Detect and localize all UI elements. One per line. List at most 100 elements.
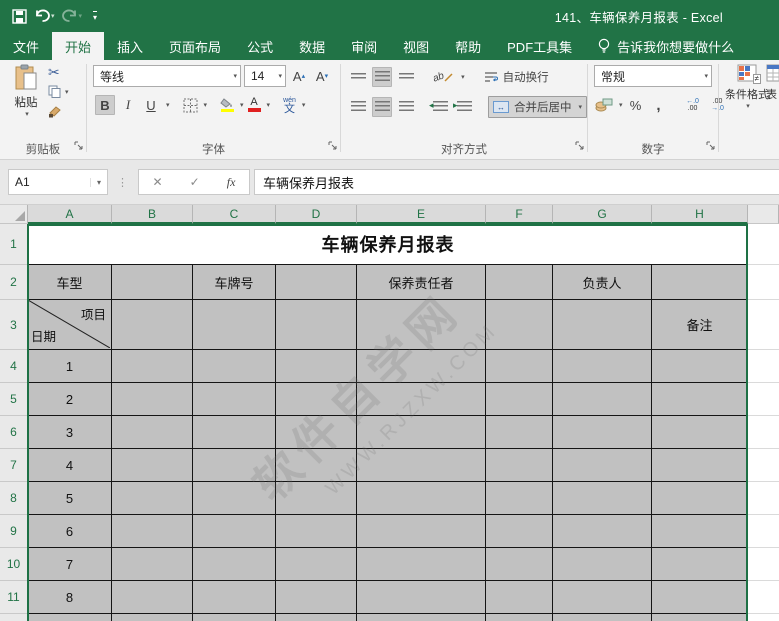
cut-icon[interactable]: ✂ <box>48 65 69 79</box>
decrease-indent-icon[interactable]: ◂ <box>429 97 450 117</box>
cell-outside[interactable] <box>748 614 779 621</box>
cell-a12[interactable] <box>28 614 112 621</box>
row-header-partial[interactable] <box>0 614 28 621</box>
tab-view[interactable]: 视图 <box>390 32 442 60</box>
tab-insert[interactable]: 插入 <box>104 32 156 60</box>
cell-h9[interactable] <box>652 515 748 548</box>
increase-decimal-icon[interactable]: ←.0.00 <box>682 96 704 114</box>
conditional-formatting-button[interactable]: ≠ 条件格式 ▾ <box>722 64 772 110</box>
cell-d3[interactable] <box>276 300 357 350</box>
cell-e11[interactable] <box>357 581 486 614</box>
cell-b12[interactable] <box>112 614 193 621</box>
cell-a8[interactable]: 5 <box>28 482 112 515</box>
row-header-9[interactable]: 9 <box>0 515 28 548</box>
cell-d7[interactable] <box>276 449 357 482</box>
cancel-icon[interactable]: ✕ <box>153 175 163 189</box>
column-header-f[interactable]: F <box>486 205 553 224</box>
cell-c6[interactable] <box>193 416 276 449</box>
cell-g12[interactable] <box>553 614 652 621</box>
cell-b9[interactable] <box>112 515 193 548</box>
cell-b8[interactable] <box>112 482 193 515</box>
tab-pdf-tools[interactable]: PDF工具集 <box>494 32 585 60</box>
merge-center-button[interactable]: ↔ 合并后居中 ▾ <box>488 96 588 118</box>
cell-outside[interactable] <box>748 300 779 350</box>
row-header-8[interactable]: 8 <box>0 482 28 515</box>
cell-a3-diagonal[interactable]: 项目 日期 <box>28 300 112 350</box>
cell-c10[interactable] <box>193 548 276 581</box>
cell-h8[interactable] <box>652 482 748 515</box>
cell-c7[interactable] <box>193 449 276 482</box>
cell-c4[interactable] <box>193 350 276 383</box>
select-all-corner[interactable] <box>0 205 28 224</box>
cell-f2[interactable] <box>486 265 553 300</box>
cell-c3[interactable] <box>193 300 276 350</box>
paste-button[interactable]: 粘贴 ▾ <box>8 64 44 130</box>
cell-e8[interactable] <box>357 482 486 515</box>
number-format-combo[interactable]: 常规 ▾ <box>594 65 712 87</box>
merge-center-dropdown[interactable]: ▾ <box>579 103 583 111</box>
name-box[interactable]: A1 ▾ <box>8 169 108 195</box>
tab-help[interactable]: 帮助 <box>442 32 494 60</box>
cell-h10[interactable] <box>652 548 748 581</box>
cell-f6[interactable] <box>486 416 553 449</box>
cell-a2[interactable]: 车型 <box>28 265 112 300</box>
cell-c8[interactable] <box>193 482 276 515</box>
cell-g6[interactable] <box>553 416 652 449</box>
cell-d11[interactable] <box>276 581 357 614</box>
redo-icon[interactable]: ▾ <box>61 9 82 23</box>
increase-font-icon[interactable]: A <box>289 66 309 86</box>
column-header-d[interactable]: D <box>276 205 357 224</box>
borders-dropdown[interactable]: ▾ <box>204 101 208 109</box>
row-header-1[interactable]: 1 <box>0 224 28 265</box>
tab-formulas[interactable]: 公式 <box>234 32 286 60</box>
cell-h11[interactable] <box>652 581 748 614</box>
cell-e9[interactable] <box>357 515 486 548</box>
tab-data[interactable]: 数据 <box>286 32 338 60</box>
cell-a10[interactable]: 7 <box>28 548 112 581</box>
cell-a6[interactable]: 3 <box>28 416 112 449</box>
cell-d8[interactable] <box>276 482 357 515</box>
cell-g2[interactable]: 负责人 <box>553 265 652 300</box>
fill-color-icon[interactable] <box>219 97 235 114</box>
row-header-5[interactable]: 5 <box>0 383 28 416</box>
cell-g9[interactable] <box>553 515 652 548</box>
cell-f10[interactable] <box>486 548 553 581</box>
row-header-4[interactable]: 4 <box>0 350 28 383</box>
cell-f7[interactable] <box>486 449 553 482</box>
percent-style-button[interactable]: % <box>626 95 646 115</box>
cell-outside[interactable] <box>748 449 779 482</box>
cell-h4[interactable] <box>652 350 748 383</box>
font-name-combo[interactable]: 等线 ▾ <box>93 65 241 87</box>
tell-me-box[interactable]: 告诉我你想要做什么 <box>587 32 744 60</box>
number-dialog-launcher[interactable] <box>706 137 715 155</box>
cell-a1-title[interactable]: 车辆保养月报表 <box>28 224 748 265</box>
cell-c11[interactable] <box>193 581 276 614</box>
cell-b7[interactable] <box>112 449 193 482</box>
align-right-icon[interactable] <box>396 97 416 117</box>
cell-outside[interactable] <box>748 265 779 300</box>
copy-button[interactable]: ▾ <box>48 85 69 98</box>
clipboard-dialog-launcher[interactable] <box>74 137 83 155</box>
cell-a5[interactable]: 2 <box>28 383 112 416</box>
cell-g11[interactable] <box>553 581 652 614</box>
align-bottom-icon[interactable] <box>396 67 416 87</box>
cell-e12[interactable] <box>357 614 486 621</box>
formula-input[interactable]: 车辆保养月报表 <box>254 169 779 195</box>
row-header-6[interactable]: 6 <box>0 416 28 449</box>
cell-d4[interactable] <box>276 350 357 383</box>
format-painter-icon[interactable] <box>48 105 69 123</box>
cell-outside[interactable] <box>748 515 779 548</box>
conditional-formatting-dropdown[interactable]: ▾ <box>746 102 750 110</box>
cell-e6[interactable] <box>357 416 486 449</box>
cell-c9[interactable] <box>193 515 276 548</box>
cell-g8[interactable] <box>553 482 652 515</box>
cell-c12[interactable] <box>193 614 276 621</box>
cell-outside[interactable] <box>748 383 779 416</box>
enter-icon[interactable]: ✓ <box>190 175 200 189</box>
cell-e10[interactable] <box>357 548 486 581</box>
row-header-7[interactable]: 7 <box>0 449 28 482</box>
orientation-icon[interactable]: ab <box>431 70 455 84</box>
cell-d6[interactable] <box>276 416 357 449</box>
cell-d10[interactable] <box>276 548 357 581</box>
cell-b3[interactable] <box>112 300 193 350</box>
